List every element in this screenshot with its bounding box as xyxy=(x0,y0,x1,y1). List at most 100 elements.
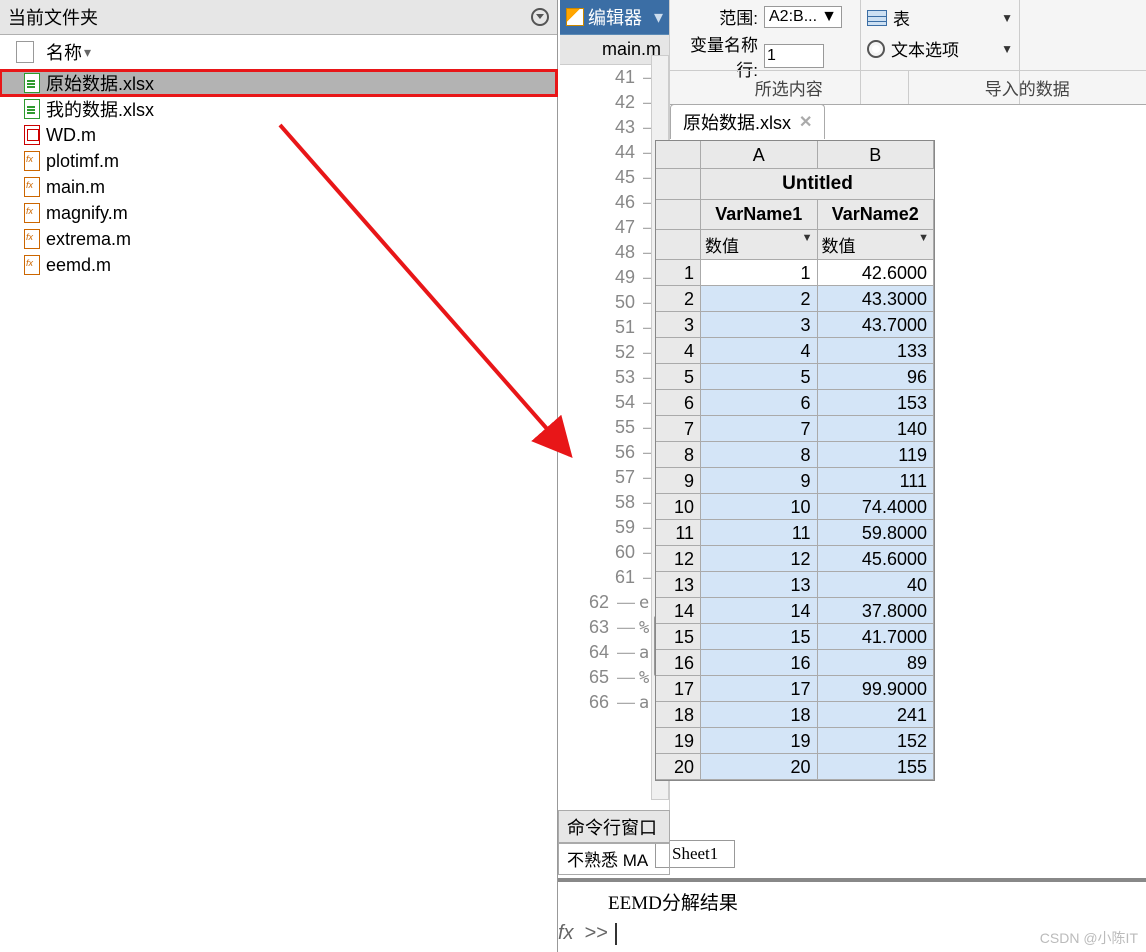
cell-b[interactable]: 155 xyxy=(818,754,935,780)
cell-a[interactable]: 10 xyxy=(701,494,818,520)
row-number[interactable]: 13 xyxy=(656,572,701,598)
row-number[interactable]: 14 xyxy=(656,598,701,624)
cell-b[interactable]: 241 xyxy=(818,702,935,728)
file-row[interactable]: plotimf.m xyxy=(0,148,557,174)
row-number[interactable]: 7 xyxy=(656,416,701,442)
row-number[interactable]: 10 xyxy=(656,494,701,520)
row-number[interactable]: 1 xyxy=(656,260,701,286)
table-row[interactable]: 77140 xyxy=(656,416,934,442)
cell-b[interactable]: 153 xyxy=(818,390,935,416)
row-number[interactable]: 12 xyxy=(656,546,701,572)
table-row[interactable]: 1919152 xyxy=(656,728,934,754)
cell-b[interactable]: 119 xyxy=(818,442,935,468)
row-number[interactable]: 2 xyxy=(656,286,701,312)
editor-tab-title[interactable]: 编辑器 ▾ xyxy=(560,0,669,35)
file-row[interactable]: magnify.m xyxy=(0,200,557,226)
cell-a[interactable]: 11 xyxy=(701,520,818,546)
varname-1[interactable]: VarName1 xyxy=(701,200,818,230)
file-row[interactable]: extrema.m xyxy=(0,226,557,252)
row-number[interactable]: 9 xyxy=(656,468,701,494)
editor-dropdown-icon[interactable]: ▾ xyxy=(654,7,663,28)
command-prompt[interactable]: fx >> xyxy=(558,922,617,945)
table-row[interactable]: 151541.7000 xyxy=(656,624,934,650)
row-number[interactable]: 3 xyxy=(656,312,701,338)
cell-b[interactable]: 41.7000 xyxy=(818,624,935,650)
varrow-input[interactable] xyxy=(764,44,824,68)
grid-title[interactable]: Untitled xyxy=(701,169,934,200)
table-row[interactable]: 121245.6000 xyxy=(656,546,934,572)
table-row[interactable]: 101074.4000 xyxy=(656,494,934,520)
file-row[interactable]: 原始数据.xlsx xyxy=(0,70,557,96)
file-row[interactable]: 我的数据.xlsx xyxy=(0,96,557,122)
cell-b[interactable]: 152 xyxy=(818,728,935,754)
cell-a[interactable]: 15 xyxy=(701,624,818,650)
row-number[interactable]: 15 xyxy=(656,624,701,650)
cell-a[interactable]: 19 xyxy=(701,728,818,754)
cell-a[interactable]: 12 xyxy=(701,546,818,572)
range-dropdown[interactable]: A2:B... ▼ xyxy=(764,6,842,28)
cell-b[interactable]: 42.6000 xyxy=(818,260,935,286)
row-number[interactable]: 19 xyxy=(656,728,701,754)
row-number[interactable]: 18 xyxy=(656,702,701,728)
cell-b[interactable]: 43.3000 xyxy=(818,286,935,312)
cell-a[interactable]: 18 xyxy=(701,702,818,728)
cell-a[interactable]: 5 xyxy=(701,364,818,390)
cell-a[interactable]: 9 xyxy=(701,468,818,494)
cell-a[interactable]: 14 xyxy=(701,598,818,624)
varname-2[interactable]: VarName2 xyxy=(818,200,935,230)
table-row[interactable]: 1142.6000 xyxy=(656,260,934,286)
close-icon[interactable]: ✕ xyxy=(799,112,812,132)
table-row[interactable]: 171799.9000 xyxy=(656,676,934,702)
table-row[interactable]: 66153 xyxy=(656,390,934,416)
table-row[interactable]: 141437.8000 xyxy=(656,598,934,624)
row-number[interactable]: 4 xyxy=(656,338,701,364)
file-row[interactable]: main.m xyxy=(0,174,557,200)
cell-a[interactable]: 3 xyxy=(701,312,818,338)
cell-b[interactable]: 140 xyxy=(818,416,935,442)
coltype-1[interactable]: 数值▼ xyxy=(701,230,818,260)
panel-menu-icon[interactable] xyxy=(531,8,549,26)
cell-b[interactable]: 43.7000 xyxy=(818,312,935,338)
table-row[interactable]: 131340 xyxy=(656,572,934,598)
cell-a[interactable]: 1 xyxy=(701,260,818,286)
cell-b[interactable]: 89 xyxy=(818,650,935,676)
table-row[interactable]: 5596 xyxy=(656,364,934,390)
table-row[interactable]: 111159.8000 xyxy=(656,520,934,546)
table-row[interactable]: 1818241 xyxy=(656,702,934,728)
row-number[interactable]: 11 xyxy=(656,520,701,546)
grid-corner[interactable] xyxy=(656,141,701,169)
row-number[interactable]: 8 xyxy=(656,442,701,468)
cell-a[interactable]: 16 xyxy=(701,650,818,676)
col-header-b[interactable]: B xyxy=(818,141,935,169)
table-row[interactable]: 2020155 xyxy=(656,754,934,780)
cell-a[interactable]: 2 xyxy=(701,286,818,312)
row-number[interactable]: 20 xyxy=(656,754,701,780)
cell-b[interactable]: 96 xyxy=(818,364,935,390)
cell-a[interactable]: 20 xyxy=(701,754,818,780)
cell-b[interactable]: 133 xyxy=(818,338,935,364)
output-type-dropdown[interactable]: 表 ▼ xyxy=(867,2,1013,33)
file-row[interactable]: WD.m xyxy=(0,122,557,148)
cell-b[interactable]: 40 xyxy=(818,572,935,598)
cell-b[interactable]: 59.8000 xyxy=(818,520,935,546)
cell-b[interactable]: 99.9000 xyxy=(818,676,935,702)
file-row[interactable]: eemd.m xyxy=(0,252,557,278)
cell-b[interactable]: 111 xyxy=(818,468,935,494)
cell-b[interactable]: 37.8000 xyxy=(818,598,935,624)
data-file-tab[interactable]: 原始数据.xlsx ✕ xyxy=(670,104,825,139)
cell-a[interactable]: 17 xyxy=(701,676,818,702)
col-header-a[interactable]: A xyxy=(701,141,818,169)
coltype-2[interactable]: 数值▼ xyxy=(818,230,935,260)
cell-a[interactable]: 8 xyxy=(701,442,818,468)
cell-a[interactable]: 6 xyxy=(701,390,818,416)
cell-a[interactable]: 13 xyxy=(701,572,818,598)
text-options-dropdown[interactable]: 文本选项 ▼ xyxy=(867,33,1013,64)
row-number[interactable]: 16 xyxy=(656,650,701,676)
table-row[interactable]: 88119 xyxy=(656,442,934,468)
cell-b[interactable]: 45.6000 xyxy=(818,546,935,572)
cell-b[interactable]: 74.4000 xyxy=(818,494,935,520)
table-row[interactable]: 99111 xyxy=(656,468,934,494)
table-row[interactable]: 161689 xyxy=(656,650,934,676)
table-row[interactable]: 44133 xyxy=(656,338,934,364)
table-row[interactable]: 2243.3000 xyxy=(656,286,934,312)
